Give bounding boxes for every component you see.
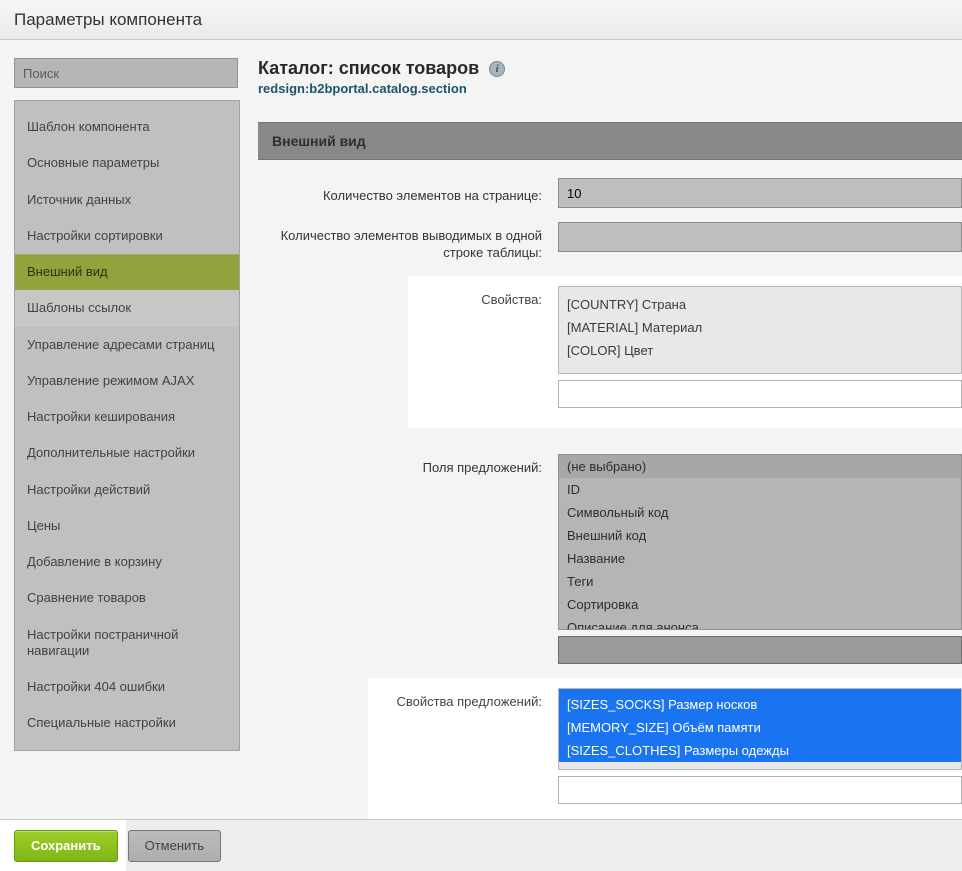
save-button[interactable]: Сохранить <box>14 830 118 862</box>
label-properties: Свойства: <box>408 286 542 309</box>
row-per-row: Количество элементов выводимых в одной с… <box>258 222 962 262</box>
sidebar-item-15[interactable]: Настройки 404 ошибки <box>15 669 239 705</box>
sidebar-item-1[interactable]: Основные параметры <box>15 145 239 181</box>
sidebar-item-5[interactable]: Шаблоны ссылок <box>15 290 239 326</box>
offer-field-option[interactable]: Название <box>559 547 961 570</box>
sidebar-item-2[interactable]: Источник данных <box>15 182 239 218</box>
row-offer-props-highlight: Свойства предложений: [SIZES_SOCKS] Разм… <box>368 678 962 824</box>
offer-field-option[interactable]: Сортировка <box>559 593 961 616</box>
label-offer-properties: Свойства предложений: <box>368 688 542 711</box>
property-option[interactable]: [COUNTRY] Страна <box>559 293 961 316</box>
offer-field-option[interactable]: Описание для анонса <box>559 616 961 630</box>
property-option[interactable]: [MATERIAL] Материал <box>559 316 961 339</box>
main-panel: Каталог: список товаров i redsign:b2bpor… <box>258 58 962 871</box>
component-header: Каталог: список товаров i redsign:b2bpor… <box>258 58 962 104</box>
input-per-row[interactable] <box>558 222 962 252</box>
sidebar-item-8[interactable]: Настройки кеширования <box>15 399 239 435</box>
offer-properties-extra-input[interactable] <box>558 776 962 804</box>
sidebar-item-0[interactable]: Шаблон компонента <box>15 109 239 145</box>
offer-field-option[interactable]: Символьный код <box>559 501 961 524</box>
row-offer-fields: Поля предложений: (не выбрано)IDСимвольн… <box>258 454 962 664</box>
sidebar-nav: Шаблон компонентаОсновные параметрыИсточ… <box>14 100 240 751</box>
sidebar-item-14[interactable]: Настройки постраничной навигации <box>15 617 239 670</box>
row-properties-highlight: Свойства: [COUNTRY] Страна[MATERIAL] Мат… <box>408 276 962 428</box>
offer-property-option[interactable]: [SIZES_CLOTHES] Размеры одежды <box>559 739 961 762</box>
select-properties[interactable]: [COUNTRY] Страна[MATERIAL] Материал[COLO… <box>558 286 962 374</box>
offer-field-option[interactable]: (не выбрано) <box>559 455 961 478</box>
dialog-title-bar: Параметры компонента <box>0 0 962 40</box>
offer-property-option[interactable]: [MEMORY_SIZE] Объём памяти <box>559 716 961 739</box>
component-code: redsign:b2bportal.catalog.section <box>258 81 962 96</box>
offer-field-option[interactable]: Теги <box>559 570 961 593</box>
sidebar-item-3[interactable]: Настройки сортировки <box>15 218 239 254</box>
input-per-page[interactable] <box>558 178 962 208</box>
sidebar-item-7[interactable]: Управление режимом AJAX <box>15 363 239 399</box>
sidebar-item-9[interactable]: Дополнительные настройки <box>15 435 239 471</box>
label-per-page: Количество элементов на странице: <box>258 182 542 205</box>
sidebar-item-10[interactable]: Настройки действий <box>15 472 239 508</box>
property-option[interactable]: [COLOR] Цвет <box>559 339 961 362</box>
sidebar-item-11[interactable]: Цены <box>15 508 239 544</box>
row-per-page: Количество элементов на странице: <box>258 178 962 208</box>
dialog-footer: Сохранить Отменить <box>0 819 962 871</box>
sidebar-item-6[interactable]: Управление адресами страниц <box>15 327 239 363</box>
search-input[interactable] <box>14 58 238 88</box>
sidebar-item-16[interactable]: Специальные настройки <box>15 705 239 741</box>
section-header: Внешний вид <box>258 122 962 160</box>
properties-extra-input[interactable] <box>558 380 962 408</box>
sidebar: Шаблон компонентаОсновные параметрыИсточ… <box>14 58 240 871</box>
label-per-row: Количество элементов выводимых в одной с… <box>258 222 542 262</box>
label-offer-fields: Поля предложений: <box>258 454 542 477</box>
sidebar-item-12[interactable]: Добавление в корзину <box>15 544 239 580</box>
select-offer-fields[interactable]: (не выбрано)IDСимвольный кодВнешний кодН… <box>558 454 962 630</box>
offer-field-option[interactable]: ID <box>559 478 961 501</box>
section-appearance: Внешний вид Количество элементов на стра… <box>258 122 962 824</box>
cancel-button[interactable]: Отменить <box>128 830 221 862</box>
select-offer-properties[interactable]: [SIZES_SOCKS] Размер носков[MEMORY_SIZE]… <box>558 688 962 770</box>
offer-fields-extra-input[interactable] <box>558 636 962 664</box>
sidebar-item-4[interactable]: Внешний вид <box>15 254 239 290</box>
dialog-title: Параметры компонента <box>14 10 202 30</box>
offer-field-option[interactable]: Внешний код <box>559 524 961 547</box>
info-icon[interactable]: i <box>489 61 505 77</box>
sidebar-item-13[interactable]: Сравнение товаров <box>15 580 239 616</box>
component-title: Каталог: список товаров <box>258 58 479 79</box>
component-params-dialog: Параметры компонента Шаблон компонентаОс… <box>0 0 962 871</box>
offer-property-option[interactable]: [SIZES_SOCKS] Размер носков <box>559 693 961 716</box>
